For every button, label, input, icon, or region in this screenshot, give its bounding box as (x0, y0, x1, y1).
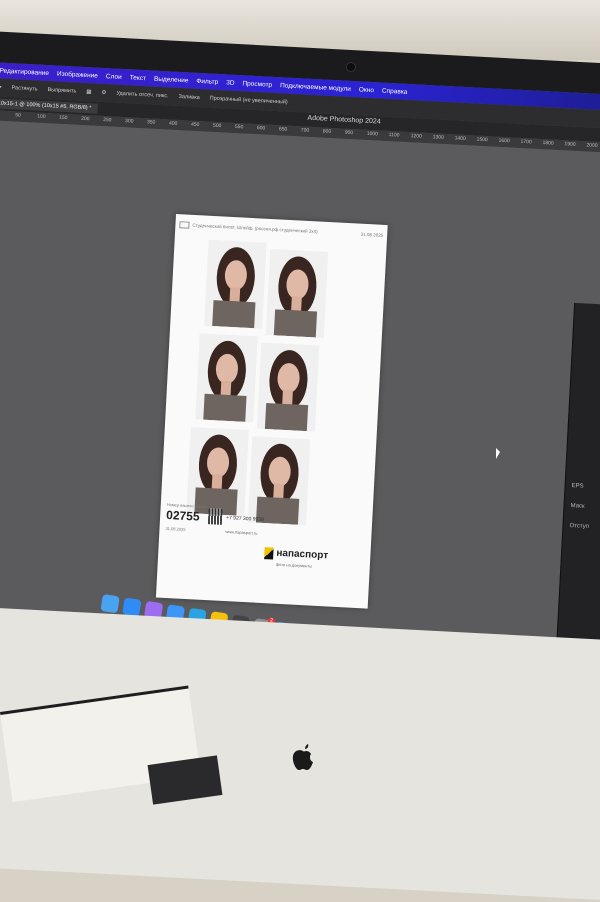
doc-header-date: 31.08.2025 (360, 231, 384, 238)
ruler-tick-label: 1000 (366, 130, 379, 138)
brand-tagline: фото на документы (275, 561, 313, 569)
panel-label-mask: Маск (570, 502, 585, 510)
ruler-tick-label: 1200 (410, 133, 422, 140)
finder-icon[interactable] (100, 593, 120, 613)
ruler-tick-label: 1600 (498, 137, 510, 145)
menu-item[interactable]: Выделение (154, 75, 189, 84)
order-number: 02755 (165, 507, 200, 524)
menu-item[interactable]: Редактирование (0, 67, 49, 77)
ruler-tick-label: 1800 (542, 140, 554, 147)
fill-label: Заливка (178, 93, 200, 102)
ruler-tick-label: 500 (212, 122, 222, 130)
safari-icon[interactable] (122, 596, 142, 617)
portrait-photo (204, 239, 267, 329)
order-date: 31.08.2025 (165, 525, 186, 532)
ruler-tick-label: 450 (190, 121, 200, 129)
brand-logo-icon (264, 547, 274, 560)
ruler-tick-label: 900 (344, 129, 354, 137)
ruler-tick-label: 550 (234, 123, 244, 131)
ruler-tick-label: 1100 (388, 131, 400, 139)
ruler-tick-label: 1300 (432, 134, 444, 141)
fill-select[interactable]: Прозрачный (не увеличенный) (210, 96, 288, 106)
doc-header-title: Студенческий билет, Шлейф, (россия.рф ст… (179, 220, 318, 235)
ruler-tick-label: 300 (124, 118, 134, 125)
gear-icon[interactable]: ⚙ (101, 90, 106, 96)
qr-code (207, 508, 223, 525)
ruler-tick-label: 600 (256, 125, 266, 132)
ruler-tick-label: 700 (300, 127, 310, 134)
brand-name: напаспорт (276, 547, 329, 562)
ruler-tick-label: 800 (322, 128, 332, 135)
ruler-tick-label: 1900 (564, 141, 576, 148)
doc-footer: Номер вашего заказа 02755 31.08.2025 +7 … (162, 502, 366, 602)
grid-icon[interactable]: ▦ (86, 89, 92, 95)
portrait-photo (195, 333, 258, 423)
ruler-tick-label: 100 (37, 113, 46, 120)
menu-item[interactable]: 3D (226, 79, 235, 86)
menu-item[interactable]: Справка (382, 87, 408, 95)
ruler-tick-label: 1500 (476, 136, 488, 144)
ruler-tick-label: 50 (15, 112, 21, 119)
ruler-tick-label: 150 (59, 114, 68, 122)
menu-item[interactable]: Текст (129, 74, 146, 82)
mouse-cursor (496, 448, 500, 459)
ruler-tick-label: 400 (168, 120, 178, 127)
ruler-tick-label: 200 (80, 115, 90, 123)
menu-item[interactable]: Изображение (57, 70, 98, 79)
ruler-tick-label: 650 (278, 126, 288, 133)
menu-item[interactable]: Окно (359, 86, 374, 94)
panel-label-eps: EPS (571, 483, 584, 490)
apple-logo-icon (292, 744, 313, 770)
webcam (346, 62, 356, 72)
ruler-tick-label: 1400 (454, 135, 466, 143)
menu-item[interactable]: Фильтр (196, 77, 218, 85)
menu-item[interactable]: Подключаемые модули (280, 82, 351, 93)
tool-icon[interactable]: ⌗ ▾ (0, 84, 2, 91)
ruler-tick-label: 250 (102, 117, 112, 124)
menu-item[interactable]: Слои (106, 73, 122, 81)
ruler-tick-label: 2000 (586, 142, 598, 149)
phone-number: +7 927 300 9938 (225, 515, 264, 524)
resize-option[interactable]: Растянуть (11, 85, 37, 92)
website-url: www.napasport.ru (225, 529, 258, 536)
ruler-tick-label: 350 (146, 119, 156, 126)
portrait-photo (256, 342, 320, 432)
portrait-photo (265, 248, 329, 338)
panel-label-offset: Отступ (569, 522, 590, 530)
menu-item[interactable]: Просмотр (242, 80, 272, 89)
delete-cropped-checkbox[interactable]: Удалить отсеч. пикс. (116, 91, 169, 100)
ruler-tick-label: 1700 (520, 138, 532, 146)
straighten-button[interactable]: Выпрямить (47, 87, 76, 95)
photo-sheet-document[interactable]: Студенческий билет, Шлейф, (россия.рф ст… (155, 214, 388, 609)
